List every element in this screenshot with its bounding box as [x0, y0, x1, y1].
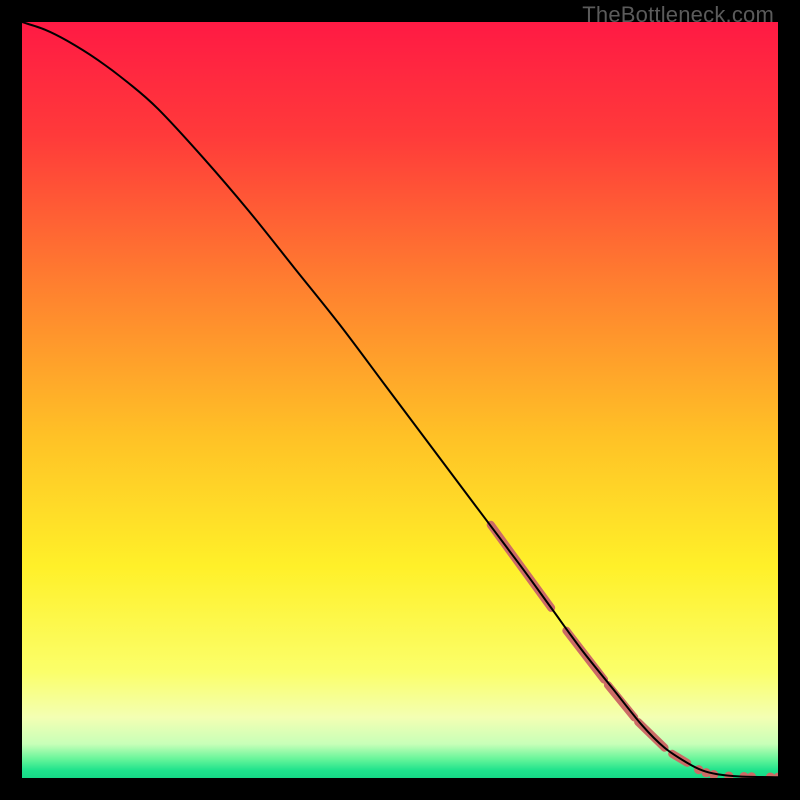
chart-background: [22, 22, 778, 778]
bottleneck-chart: [22, 22, 778, 778]
chart-frame: [22, 22, 778, 778]
watermark-text: TheBottleneck.com: [582, 2, 774, 28]
